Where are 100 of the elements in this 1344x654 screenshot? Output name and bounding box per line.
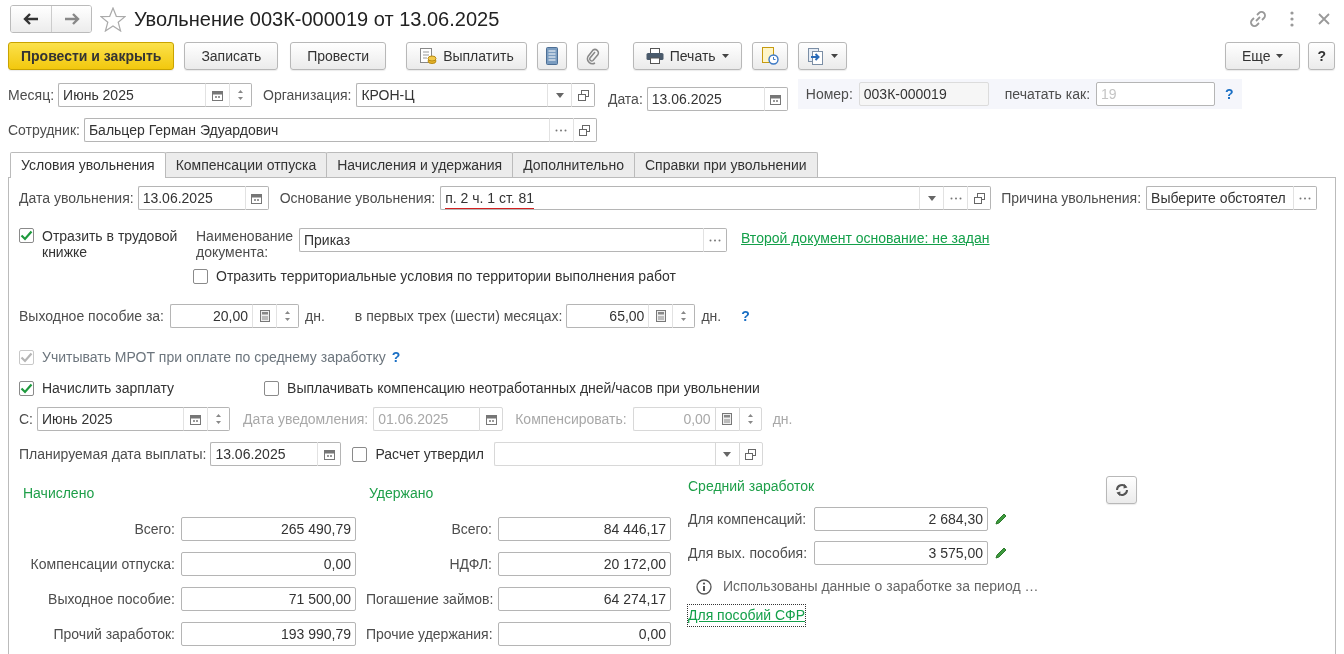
attach-button[interactable] xyxy=(576,42,609,70)
input-field[interactable]: 13.06.2025 xyxy=(137,186,245,210)
checkbox[interactable] xyxy=(19,381,34,396)
link-icon[interactable] xyxy=(1248,9,1268,29)
calculator-button[interactable] xyxy=(252,304,276,328)
calculator-button[interactable] xyxy=(714,407,739,431)
caret-icon xyxy=(1276,54,1284,58)
right-arrow-icon xyxy=(63,13,80,25)
checkbox-label[interactable]: Отразить территориальные условия по территории выполнения работ xyxy=(216,266,676,287)
help-link[interactable]: ? xyxy=(1225,83,1234,105)
window-title: Увольнение 003К-000019 от 13.06.2025 xyxy=(134,7,500,31)
input-field[interactable]: 65,00 xyxy=(566,304,649,328)
input-field[interactable]: 003К-000019 xyxy=(858,82,989,106)
open-button[interactable] xyxy=(738,442,763,466)
close-icon[interactable] xyxy=(1318,13,1330,25)
input-field[interactable]: 20,00 xyxy=(170,304,252,328)
check-icon xyxy=(20,352,33,363)
tab[interactable]: Дополнительно xyxy=(512,152,635,177)
calendar-button[interactable] xyxy=(183,407,207,431)
dropdown-button[interactable] xyxy=(547,83,572,107)
post-button[interactable]: Провести xyxy=(290,42,387,70)
link[interactable]: Второй документ основание: не задан xyxy=(741,228,990,249)
checkbox[interactable] xyxy=(19,228,34,243)
checkbox-label[interactable]: Выплачивать компенсацию неотработанных дней/часов при увольнении xyxy=(287,378,760,399)
field-label: Причина увольнения: xyxy=(1001,188,1142,208)
spin-button[interactable] xyxy=(738,407,762,431)
input-field[interactable]: 265 490,79 xyxy=(181,517,356,541)
tab[interactable]: Компенсации отпуска xyxy=(164,152,328,177)
help-link[interactable]: ? xyxy=(741,305,750,327)
input-field[interactable]: п. 2 ч. 1 ст. 81 xyxy=(440,186,920,210)
field-label: Выходное пособие: xyxy=(47,589,175,609)
input-field[interactable]: Бальцер Герман Эдуардович xyxy=(83,118,549,142)
list-button[interactable] xyxy=(536,42,567,70)
input-field[interactable]: Приказ xyxy=(299,228,703,252)
input-field[interactable]: Июнь 2025 xyxy=(58,83,206,107)
section-title: Удержано xyxy=(369,484,435,503)
spin-button[interactable] xyxy=(672,304,696,328)
checkbox-label[interactable]: Отразить в трудовой книжке xyxy=(42,228,190,260)
input-field[interactable]: 3 575,00 xyxy=(814,541,988,565)
calendar-button[interactable] xyxy=(244,186,269,210)
dropdown-button[interactable] xyxy=(714,442,739,466)
printer-icon xyxy=(645,48,664,64)
field-label: Планируемая дата выплаты: xyxy=(19,444,207,464)
open-button[interactable] xyxy=(572,118,597,142)
select-button[interactable] xyxy=(1293,186,1318,210)
field-label: Погашение займов: xyxy=(366,589,492,609)
refresh-button[interactable] xyxy=(1106,476,1138,504)
dropdown-icon xyxy=(555,92,564,98)
calendar-button[interactable] xyxy=(763,87,788,111)
input-field[interactable]: 0,00 xyxy=(498,622,671,646)
spin-button[interactable] xyxy=(276,304,299,328)
input-field[interactable]: 13.06.2025 xyxy=(210,442,318,466)
tab[interactable]: Условия увольнения xyxy=(10,152,166,178)
input-field[interactable]: 13.06.2025 xyxy=(646,87,764,111)
pencil-icon[interactable] xyxy=(994,512,1008,526)
input-field[interactable]: 2 684,30 xyxy=(814,507,988,531)
checkbox-label[interactable]: Начислить зарплату xyxy=(42,378,175,399)
checkbox[interactable] xyxy=(264,381,280,396)
post-and-close-button[interactable]: Провести и закрыть xyxy=(8,42,175,70)
input-field[interactable]: Выберите обстоятел xyxy=(1146,186,1294,210)
star-icon[interactable] xyxy=(100,6,126,32)
input-field[interactable]: КРОН-Ц xyxy=(356,83,548,107)
calendar-button[interactable] xyxy=(205,83,230,107)
export-button[interactable] xyxy=(797,42,847,70)
more-button[interactable]: Еще xyxy=(1224,42,1301,70)
tab[interactable]: Справки при увольнении xyxy=(633,152,818,177)
paperclip-icon xyxy=(585,47,600,65)
document-clock-icon xyxy=(760,47,779,65)
input-field[interactable]: 84 446,17 xyxy=(498,517,671,541)
field-label: Прочие удержания: xyxy=(366,624,492,644)
input-field[interactable]: 193 990,79 xyxy=(181,622,356,646)
calendar-button[interactable] xyxy=(317,442,342,466)
calculator-button[interactable] xyxy=(648,304,673,328)
field-label: Дата увольнения: xyxy=(19,188,134,208)
back-button[interactable] xyxy=(11,6,51,32)
document-clock-button[interactable] xyxy=(751,42,788,70)
calendar-button[interactable] xyxy=(479,407,504,431)
input-field[interactable]: 0,00 xyxy=(181,552,356,576)
more-icon[interactable] xyxy=(1290,11,1294,27)
select-button[interactable] xyxy=(703,228,727,252)
help-button[interactable]: ? xyxy=(1308,42,1335,70)
pencil-icon[interactable] xyxy=(994,546,1008,560)
tab[interactable]: Начисления и удержания xyxy=(326,152,514,177)
save-button[interactable]: Записать xyxy=(184,42,279,70)
input-field[interactable]: 64 274,17 xyxy=(498,587,671,611)
spin-button[interactable] xyxy=(207,407,230,431)
field-label: Месяц: xyxy=(8,85,55,105)
checkbox-label[interactable]: Расчет утвердил xyxy=(375,443,484,465)
input-field[interactable]: 20 172,00 xyxy=(498,552,671,576)
open-button[interactable] xyxy=(967,186,992,210)
pay-button[interactable]: Выплатить xyxy=(406,42,527,70)
spin-button[interactable] xyxy=(229,83,253,107)
dropdown-button[interactable] xyxy=(919,186,944,210)
input-field[interactable]: 71 500,00 xyxy=(181,587,356,611)
checkbox[interactable] xyxy=(352,446,368,462)
open-button[interactable] xyxy=(571,83,596,107)
field-label: Всего: xyxy=(450,519,492,539)
input-field[interactable]: Июнь 2025 xyxy=(37,407,183,431)
checkbox[interactable] xyxy=(193,269,208,284)
print-button[interactable]: Печать xyxy=(632,42,742,70)
